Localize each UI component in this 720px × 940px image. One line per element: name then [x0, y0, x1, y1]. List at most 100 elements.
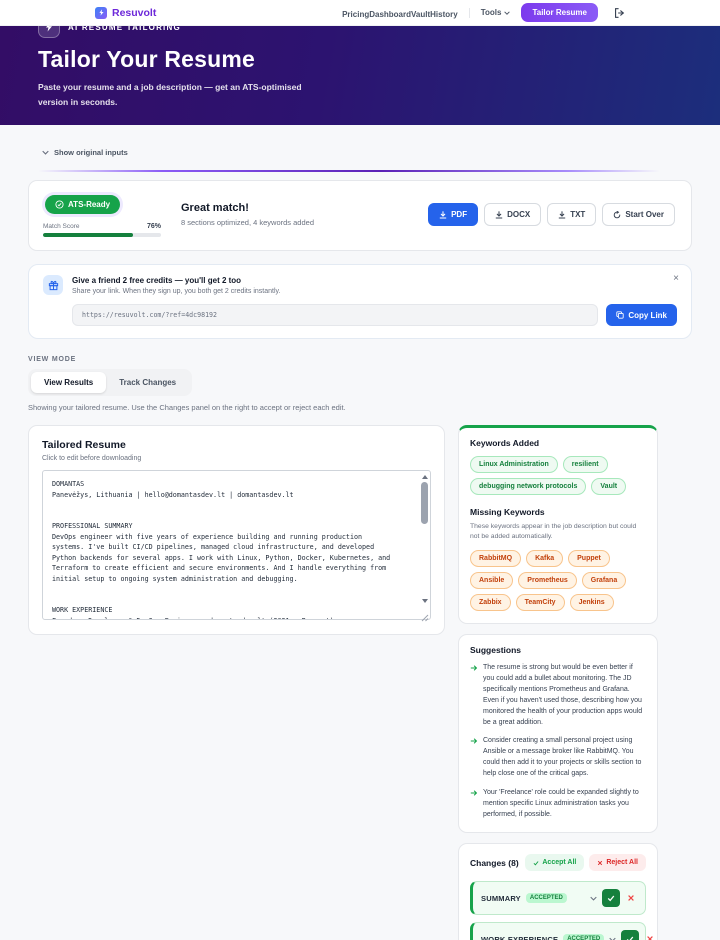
- keywords-added-list: Linux Administration resilient debugging n…: [470, 456, 646, 495]
- referral-subtitle: Share your link. When they sign up, you …: [72, 288, 281, 295]
- match-headline: Great match!: [181, 202, 249, 214]
- start-over-button[interactable]: Start Over: [602, 203, 675, 226]
- keyword-added-pill: debugging network protocols: [470, 478, 587, 495]
- referral-link-input[interactable]: [72, 304, 599, 326]
- keyword-missing-pill: Jenkins: [569, 594, 614, 612]
- chevron-down-icon[interactable]: [609, 936, 616, 940]
- copy-link-button[interactable]: Copy Link: [606, 304, 677, 326]
- chevron-down-icon: [42, 150, 49, 155]
- page-title: Tailor Your Resume: [38, 46, 256, 72]
- resume-text[interactable]: DOMANTAS Panevėžys, Lithuania | hello@do…: [43, 471, 430, 619]
- match-score-fill: [43, 233, 133, 237]
- keyword-missing-pill: Zabbix: [470, 594, 511, 612]
- hero-banner: AI RESUME TAILORING Tailor Your Resume P…: [0, 26, 720, 125]
- match-score-value: 76%: [146, 223, 161, 230]
- check-icon: [627, 936, 634, 940]
- hero-badge: AI RESUME TAILORING: [38, 26, 720, 38]
- brand-name: Resuvolt: [112, 6, 157, 19]
- match-summary: 8 sections optimized, 4 keywords added: [181, 218, 314, 227]
- referral-card: × Give a friend 2 free credits — you'll …: [28, 264, 692, 339]
- reject-all-button[interactable]: Reject All: [589, 854, 646, 872]
- keyword-missing-pill: Prometheus: [518, 572, 577, 590]
- x-icon: [598, 860, 603, 865]
- keyword-missing-pill: Ansible: [470, 572, 514, 590]
- ats-ready-badge: ATS-Ready: [45, 195, 121, 214]
- scroll-down-arrow-icon[interactable]: [421, 599, 428, 603]
- keywords-added-title: Keywords Added: [470, 438, 540, 448]
- suggestions-list: The resume is strong but would be even b…: [470, 663, 646, 820]
- chevron-down-icon[interactable]: [590, 895, 597, 902]
- navbar: Resuvolt PricingDashboardVaultHistory To…: [0, 0, 720, 26]
- page-subtitle: Paste your resume and a job description …: [38, 82, 302, 107]
- accept-all-button[interactable]: Accept All: [525, 854, 585, 872]
- reject-change-button[interactable]: [625, 894, 637, 902]
- accept-change-button[interactable]: [602, 889, 620, 908]
- chevron-down-icon: [504, 10, 511, 15]
- nav-link[interactable]: Dashboard: [369, 10, 411, 19]
- referral-title: Give a friend 2 free credits — you'll ge…: [72, 276, 242, 285]
- arrow-right-icon: [470, 738, 478, 744]
- missing-keywords-list: RabbitMQ Kafka Puppet Ansible Prometheus Graf…: [470, 550, 646, 612]
- missing-keywords-title: Missing Keywords: [470, 507, 545, 517]
- changes-list: SUMMARY ACCEPTED WORK EXPERIENCE ACCEPTE…: [470, 881, 654, 940]
- download-icon: [495, 210, 503, 218]
- nav-divider: [468, 7, 470, 18]
- download-icon: [558, 210, 566, 218]
- resume-editor[interactable]: DOMANTAS Panevėžys, Lithuania | hello@do…: [42, 470, 431, 622]
- check-icon: [607, 895, 615, 902]
- keyword-missing-pill: TeamCity: [515, 594, 565, 612]
- nav-link[interactable]: History: [430, 10, 458, 19]
- refresh-icon: [614, 210, 621, 218]
- scroll-up-arrow-icon[interactable]: [421, 475, 428, 479]
- keywords-card: Keywords Added Linux Administration resil…: [458, 425, 658, 625]
- match-score-card: ATS-Ready Match Score 76% Great match! 8…: [28, 180, 692, 251]
- keyword-missing-pill: Grafana: [581, 572, 627, 590]
- scrollbar-thumb[interactable]: [421, 482, 428, 524]
- suggestion-item: Your 'Freelance' role could be expanded …: [470, 788, 646, 821]
- suggestions-card: Suggestions The resume is strong but wou…: [458, 634, 658, 834]
- match-score-label: Match Score: [43, 223, 80, 230]
- close-icon[interactable]: ×: [673, 274, 679, 284]
- resize-handle-icon[interactable]: [420, 609, 429, 622]
- view-mode-caption: Showing your tailored resume. Use the Ch…: [28, 403, 346, 412]
- nav-links: PricingDashboardVaultHistory Tools Tailo…: [342, 3, 625, 22]
- keyword-added-pill: Linux Administration: [470, 456, 558, 473]
- download-pdf-button[interactable]: PDF: [428, 203, 479, 226]
- changes-card: Changes (8) Accept All Reject All SUMMAR…: [458, 843, 658, 940]
- view-mode-tabs: View Results Track Changes: [28, 369, 193, 396]
- sparkle-bolt-icon: [38, 26, 60, 38]
- copy-icon: [616, 311, 624, 319]
- tailored-resume-caption: Click to edit before downloading: [42, 455, 142, 462]
- nav-tools-dropdown[interactable]: Tools: [481, 8, 511, 17]
- change-status-badge: ACCEPTED: [525, 893, 567, 904]
- suggestion-item: Consider creating a small personal proje…: [470, 736, 646, 779]
- tailor-resume-button[interactable]: Tailor Resume: [521, 3, 598, 22]
- x-icon: [628, 895, 634, 902]
- nav-link[interactable]: Pricing: [342, 10, 369, 19]
- change-section-label: SUMMARY: [481, 893, 521, 903]
- download-txt-button[interactable]: TXT: [547, 203, 597, 226]
- accept-change-button[interactable]: [621, 930, 640, 940]
- arrow-right-icon: [470, 790, 478, 796]
- tab-track-changes[interactable]: Track Changes: [106, 372, 189, 393]
- download-docx-button[interactable]: DOCX: [484, 203, 542, 226]
- change-section-label: WORK EXPERIENCE: [481, 934, 559, 940]
- gradient-divider: [38, 170, 660, 172]
- download-actions: PDF DOCX TXT Start Over: [428, 203, 675, 226]
- view-mode-section: VIEW MODE View Results Track Changes Sho…: [28, 356, 692, 412]
- missing-keywords-caption: These keywords appear in the job descrip…: [470, 523, 637, 541]
- logout-icon[interactable]: [613, 7, 625, 19]
- reject-change-button[interactable]: [644, 935, 656, 940]
- scrollbar[interactable]: [420, 472, 429, 606]
- check-circle-icon: [55, 200, 64, 209]
- keyword-added-pill: Vault: [591, 478, 627, 495]
- tab-view-results[interactable]: View Results: [31, 372, 107, 393]
- nav-link[interactable]: Vault: [411, 10, 430, 19]
- brand-bolt-icon: [95, 6, 107, 19]
- show-original-inputs-toggle[interactable]: Show original inputs: [0, 125, 720, 157]
- match-score-block: ATS-Ready Match Score 76%: [43, 192, 161, 237]
- check-icon: [533, 861, 539, 866]
- download-icon: [439, 210, 447, 218]
- view-mode-label: VIEW MODE: [28, 356, 77, 363]
- brand[interactable]: Resuvolt: [95, 6, 157, 19]
